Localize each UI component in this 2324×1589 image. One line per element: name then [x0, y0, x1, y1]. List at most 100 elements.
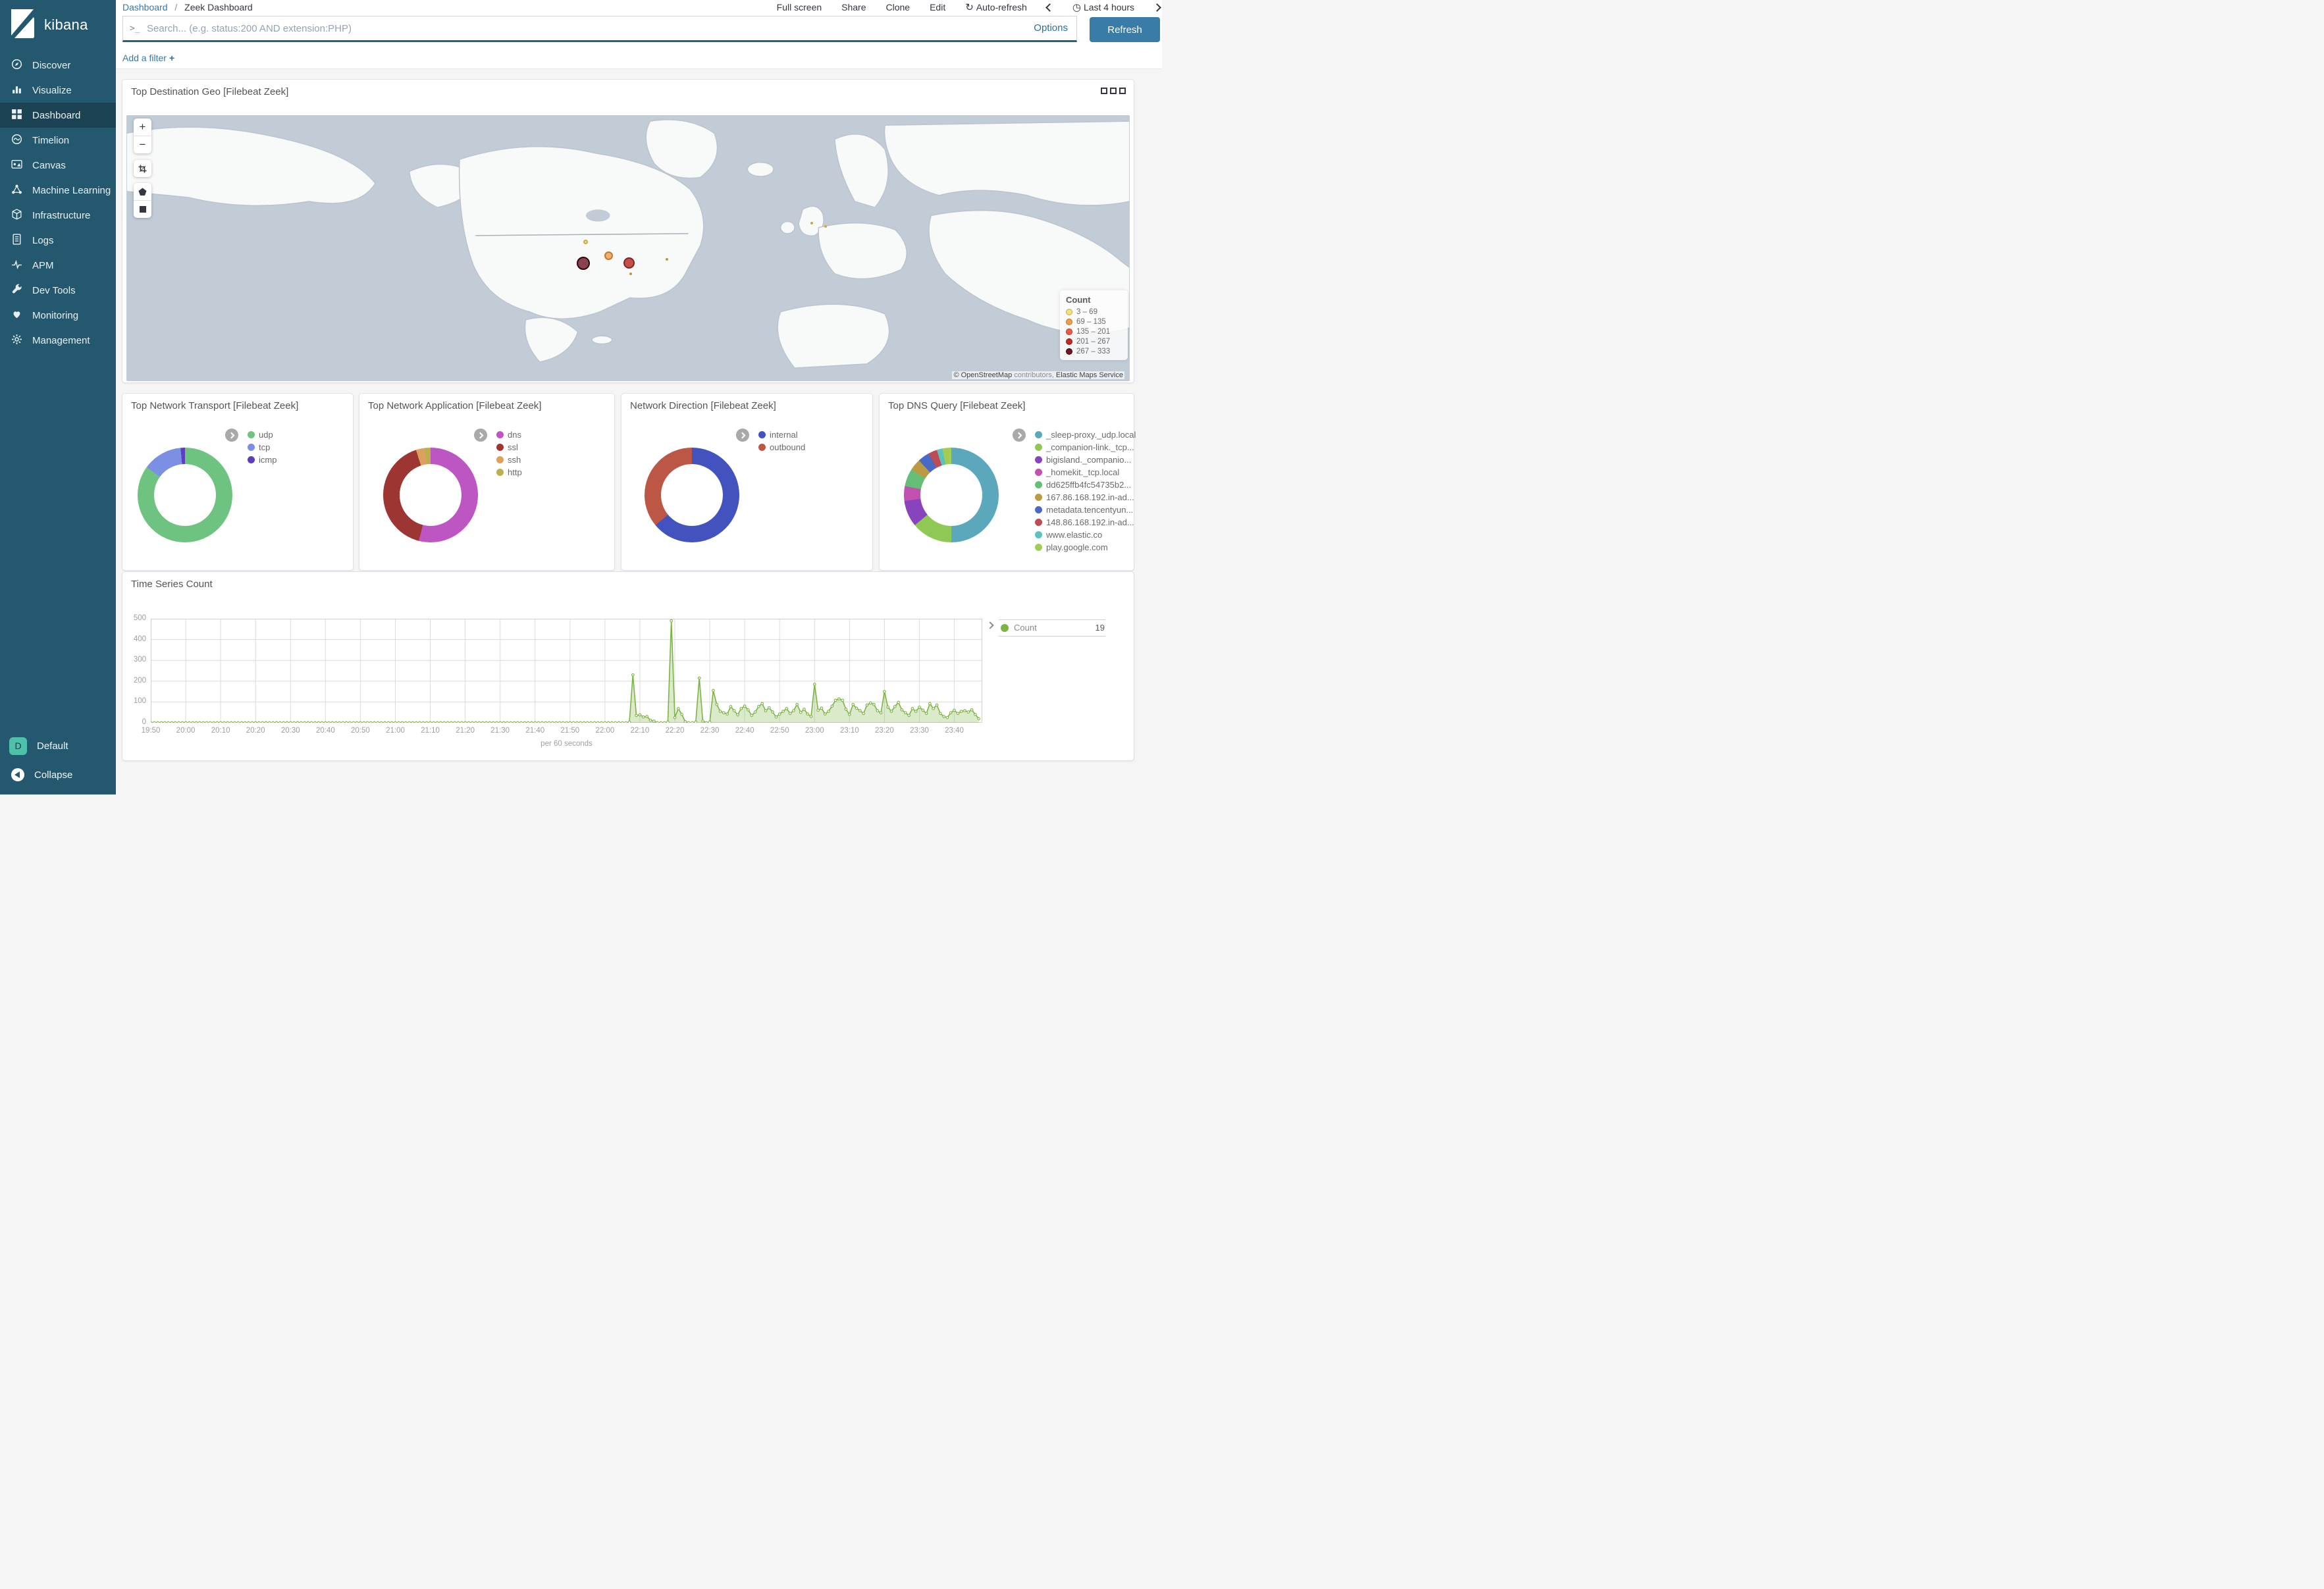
refresh-button[interactable]: Refresh — [1090, 17, 1160, 42]
panel-title: Top DNS Query [Filebeat Zeek] — [888, 400, 1025, 411]
space-avatar: D — [9, 737, 27, 755]
x-axis-tick: 23:40 — [940, 727, 969, 735]
map-crop-control — [134, 160, 151, 177]
donut-hole — [400, 464, 462, 526]
legend-item[interactable]: outbound — [758, 441, 805, 454]
panel-top-dns-query: Top DNS Query [Filebeat Zeek] _sleep-pro… — [879, 393, 1134, 571]
geo-point-marker[interactable] — [583, 240, 588, 244]
legend-color-dot — [1066, 319, 1072, 325]
sidebar-item-default-space[interactable]: D Default — [0, 731, 116, 760]
time-next-button[interactable] — [1153, 3, 1161, 12]
map-canvas[interactable]: + − Count — [126, 115, 1130, 381]
dev-tools-icon — [11, 284, 22, 298]
sidebar-item-machine-learning[interactable]: Machine Learning — [0, 178, 116, 203]
legend-item[interactable]: tcp — [248, 441, 277, 454]
legend-item[interactable]: 148.86.168.192.in-ad... — [1035, 516, 1136, 529]
legend-item[interactable]: bigisland._companio... — [1035, 454, 1136, 466]
legend-color-dot — [1035, 481, 1042, 488]
panel-options-icon[interactable] — [1101, 88, 1126, 94]
legend-expand-button[interactable] — [736, 429, 749, 442]
legend-color-dot — [248, 444, 255, 451]
donut-legend: _sleep-proxy._udp.local_companion-link._… — [1035, 429, 1136, 554]
legend-item[interactable]: dns — [496, 429, 522, 441]
sidebar-item-dev-tools[interactable]: Dev Tools — [0, 278, 116, 303]
search-options-link[interactable]: Options — [1034, 22, 1068, 34]
time-prev-button[interactable] — [1045, 3, 1054, 12]
sidebar-item-apm[interactable]: APM — [0, 253, 116, 278]
legend-color-dot — [1066, 338, 1072, 345]
sidebar-item-canvas[interactable]: Canvas — [0, 153, 116, 178]
legend-expand-button[interactable] — [1013, 429, 1026, 442]
legend-color-dot — [1035, 431, 1042, 438]
x-axis-tick: 22:30 — [695, 727, 724, 735]
sidebar-item-timelion[interactable]: Timelion — [0, 128, 116, 153]
menu-item-edit[interactable]: Edit — [930, 2, 945, 13]
legend-item[interactable]: metadata.tencentyun... — [1035, 504, 1136, 516]
legend-item[interactable]: 167.86.168.192.in-ad... — [1035, 491, 1136, 504]
series-label[interactable]: Count — [1014, 623, 1037, 633]
plus-icon: + — [169, 53, 174, 63]
search-input[interactable] — [122, 16, 1077, 42]
zoom-in-button[interactable]: + — [134, 118, 151, 136]
sidebar-footer: D Default Collapse — [0, 731, 116, 789]
legend-item[interactable]: http — [496, 466, 522, 479]
collapse-label: Collapse — [34, 769, 72, 781]
legend-item[interactable]: _homekit._tcp.local — [1035, 466, 1136, 479]
sidebar-item-management[interactable]: Management — [0, 328, 116, 353]
y-axis-tick: 200 — [124, 677, 146, 685]
legend-item[interactable]: _sleep-proxy._udp.local — [1035, 429, 1136, 441]
x-axis-tick: 20:10 — [206, 727, 235, 735]
time-range-button[interactable]: ◷Last 4 hours — [1072, 1, 1134, 13]
kibana-logo[interactable]: kibana — [0, 0, 116, 42]
map-zoom-controls: + − — [134, 118, 151, 153]
sidebar-item-dashboard[interactable]: Dashboard — [0, 103, 116, 128]
donut-hole — [920, 464, 982, 526]
panel-title: Top Network Transport [Filebeat Zeek] — [131, 400, 298, 411]
legend-color-dot — [1035, 456, 1042, 463]
legend-item[interactable]: icmp — [248, 454, 277, 466]
legend-item[interactable]: www.elastic.co — [1035, 529, 1136, 541]
legend-color-dot — [758, 444, 766, 451]
add-filter-link[interactable]: Add a filter+ — [122, 53, 174, 63]
series-last-value: 19 — [1064, 623, 1105, 633]
legend-color-dot — [248, 456, 255, 463]
legend-item[interactable]: play.google.com — [1035, 541, 1136, 554]
legend-item[interactable]: internal — [758, 429, 805, 441]
crop-tool-button[interactable] — [134, 160, 151, 177]
panel-top-destination-geo: Top Destination Geo [Filebeat Zeek] — [122, 79, 1134, 383]
breadcrumb-current: Zeek Dashboard — [184, 2, 253, 13]
geo-point-marker[interactable] — [623, 257, 635, 269]
legend-item[interactable]: _companion-link._tcp... — [1035, 441, 1136, 454]
polygon-tool-button[interactable] — [134, 183, 151, 200]
time-series-chart[interactable] — [151, 619, 982, 726]
menu-item-share[interactable]: Share — [841, 2, 866, 13]
auto-refresh-button[interactable]: ↻Auto-refresh — [965, 1, 1027, 13]
zoom-out-button[interactable]: − — [134, 136, 151, 153]
sidebar-item-logs[interactable]: Logs — [0, 228, 116, 253]
sidebar-collapse-button[interactable]: Collapse — [0, 760, 116, 789]
menu-item-clone[interactable]: Clone — [886, 2, 911, 13]
menu-item-full-screen[interactable]: Full screen — [777, 2, 822, 13]
legend-expand-button[interactable] — [474, 429, 487, 442]
sidebar-item-visualize[interactable]: Visualize — [0, 78, 116, 103]
rectangle-tool-button[interactable] — [134, 200, 151, 218]
breadcrumb-dashboard-link[interactable]: Dashboard — [122, 2, 168, 13]
geo-point-marker[interactable] — [604, 251, 613, 260]
breadcrumb: Dashboard / Zeek Dashboard — [122, 2, 253, 13]
sidebar-item-discover[interactable]: Discover — [0, 53, 116, 78]
legend-expand-button[interactable] — [225, 429, 238, 442]
geo-point-marker[interactable] — [810, 222, 813, 224]
legend-color-dot — [1035, 544, 1042, 551]
legend-expand-icon[interactable] — [986, 621, 993, 629]
legend-item[interactable]: ssh — [496, 454, 522, 466]
machine-learning-icon — [11, 184, 22, 197]
legend-item[interactable]: ssl — [496, 441, 522, 454]
sidebar-item-infrastructure[interactable]: Infrastructure — [0, 203, 116, 228]
legend-color-dot — [496, 431, 504, 438]
map-legend-item: 135 – 201 — [1066, 326, 1122, 336]
legend-item[interactable]: udp — [248, 429, 277, 441]
sidebar-item-monitoring[interactable]: Monitoring — [0, 303, 116, 328]
x-axis-tick: 23:00 — [800, 727, 829, 735]
panel-time-series: Time Series Count 500400300200100019:502… — [122, 571, 1134, 761]
legend-item[interactable]: dd625ffb4fc54735b2... — [1035, 479, 1136, 491]
